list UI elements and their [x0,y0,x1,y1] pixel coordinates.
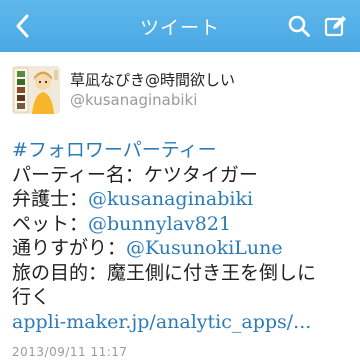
tweet-line: #フォロワーパーティー [12,138,352,163]
back-button[interactable] [8,12,36,40]
chevron-left-icon [16,14,29,38]
tweet-line: パーティー名：ケツタイガー [12,163,258,186]
avatar[interactable] [12,66,60,114]
tweet-line: ペット：@bunnylav821 [12,212,352,237]
tweet-author[interactable]: 草凪なぴき@時間欲しい @kusanaginabiki [12,66,352,116]
tweet-timestamp: 2013/09/11 11:17 [12,345,128,359]
tweet-text-segment: 弁護士： [12,188,89,210]
avatar-image [12,66,60,114]
mention-link[interactable]: @kusanaginabiki [88,188,253,210]
search-button[interactable] [286,12,312,40]
tweet-text: #フォロワーパーティー パーティー名：ケツタイガー 弁護士：@kusanagin… [12,138,352,334]
mention-link[interactable]: @KusunokiLune [126,237,283,259]
tweet-line: 旅の目的：魔王側に付き王を倒しに [12,261,317,284]
url-link[interactable]: appli-maker.jp/analytic_apps/... [12,311,311,333]
tweet-line: 通りすがり：@KusunokiLune [12,236,352,261]
display-name: 草凪なぴき@時間欲しい [70,71,236,89]
tweet-text-segment: 通りすがり： [12,237,127,259]
navigation-bar: ツイート [0,0,360,52]
hashtag-link[interactable]: #フォロワーパーティー [12,139,217,161]
tweet-text-segment: ペット： [12,212,89,235]
mention-link[interactable]: @bunnylav821 [88,213,231,235]
tweet-line: 行く [12,286,51,308]
tweet-line: 弁護士：@kusanaginabiki [12,187,352,212]
compose-button[interactable] [322,12,350,40]
screen-name: @kusanaginabiki [70,91,198,109]
page-title: ツイート [139,16,220,39]
search-icon [288,15,310,37]
tweet-line: appli-maker.jp/analytic_apps/... [12,310,352,335]
compose-icon [324,16,346,37]
